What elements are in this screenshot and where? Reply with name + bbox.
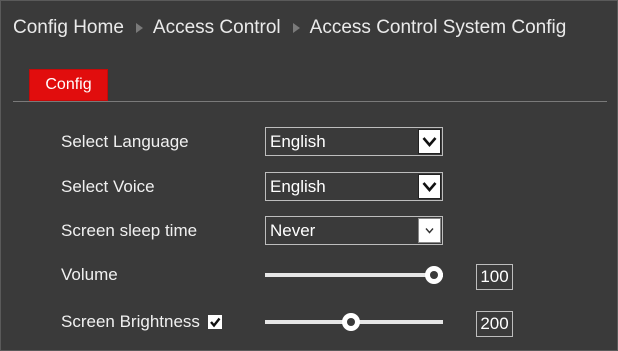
brightness-slider[interactable] bbox=[265, 310, 443, 334]
chevron-down-icon[interactable] bbox=[418, 218, 441, 243]
language-row: Select Language bbox=[61, 127, 189, 157]
sleep-value: Never bbox=[270, 221, 316, 240]
breadcrumb: Config Home Access Control Access Contro… bbox=[13, 15, 566, 41]
volume-value-box[interactable]: 100 bbox=[476, 264, 513, 290]
config-panel: Config Home Access Control Access Contro… bbox=[0, 0, 618, 351]
breadcrumb-separator-icon bbox=[292, 23, 300, 33]
sleep-select[interactable]: Never bbox=[265, 216, 443, 245]
chevron-down-icon[interactable] bbox=[418, 174, 441, 199]
volume-slider[interactable] bbox=[265, 263, 443, 287]
tab-bar: Config bbox=[13, 69, 607, 102]
brightness-value-box[interactable]: 200 bbox=[476, 311, 513, 337]
breadcrumb-access-control[interactable]: Access Control bbox=[153, 17, 281, 39]
brightness-checkbox[interactable] bbox=[207, 315, 222, 329]
brightness-row: Screen Brightness bbox=[61, 307, 222, 337]
breadcrumb-system-config: Access Control System Config bbox=[309, 17, 567, 38]
brightness-label: Screen Brightness bbox=[61, 312, 200, 331]
volume-slider-thumb[interactable] bbox=[425, 266, 443, 284]
voice-label: Select Voice bbox=[61, 177, 155, 196]
sleep-label: Screen sleep time bbox=[61, 221, 198, 240]
volume-row: Volume bbox=[61, 260, 118, 290]
language-select[interactable]: English bbox=[265, 127, 443, 156]
language-label: Select Language bbox=[61, 132, 189, 151]
chevron-down-icon[interactable] bbox=[418, 129, 441, 154]
volume-slider-track bbox=[265, 273, 443, 277]
voice-value: English bbox=[270, 177, 326, 196]
tab-config[interactable]: Config bbox=[29, 69, 108, 101]
volume-label: Volume bbox=[61, 265, 118, 284]
voice-row: Select Voice bbox=[61, 172, 155, 202]
brightness-slider-thumb[interactable] bbox=[341, 313, 360, 331]
sleep-row: Screen sleep time bbox=[61, 216, 197, 246]
breadcrumb-separator-icon bbox=[135, 23, 143, 33]
language-value: English bbox=[270, 132, 326, 151]
voice-select[interactable]: English bbox=[265, 172, 443, 201]
breadcrumb-config-home[interactable]: Config Home bbox=[13, 17, 124, 39]
